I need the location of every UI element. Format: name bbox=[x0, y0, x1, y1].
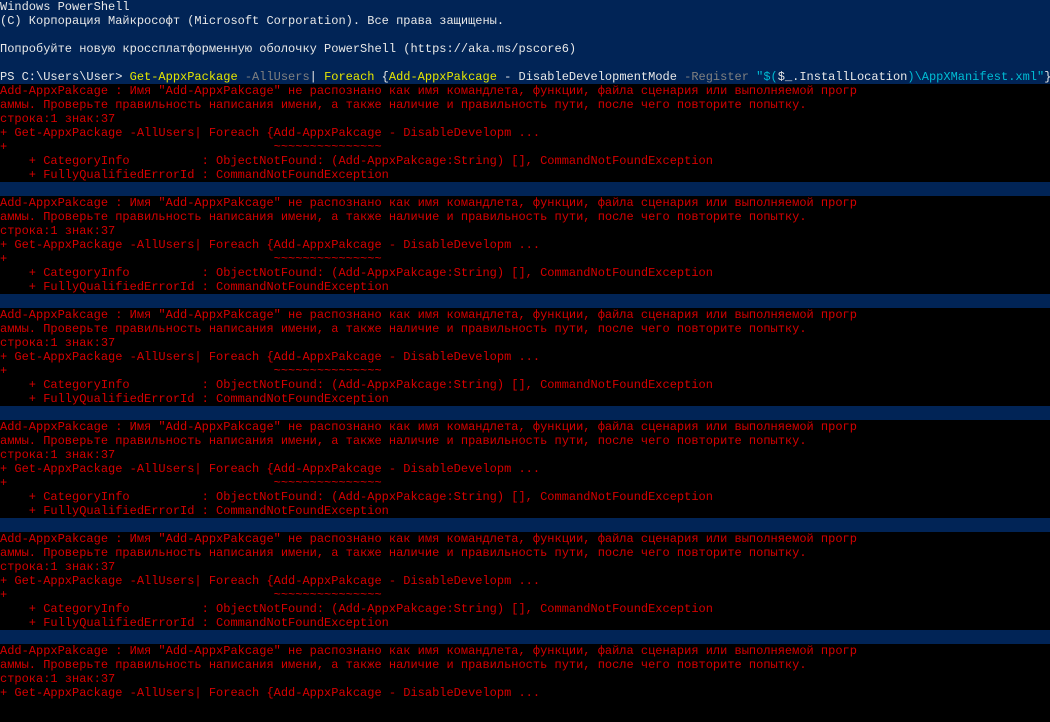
err-l3: строка:1 знак:37 bbox=[0, 560, 1050, 574]
err-l4: + Get-AppxPackage -AllUsers| Foreach {Ad… bbox=[0, 350, 1050, 364]
err-l4: + Get-AppxPackage -AllUsers| Foreach {Ad… bbox=[0, 686, 1050, 700]
err-l2: аммы. Проверьте правильность написания и… bbox=[0, 210, 1050, 224]
err-l1: Add-AppxPakcage : Имя "Add-AppxPakcage" … bbox=[0, 532, 1050, 546]
copyright-line: (C) Корпорация Майкрософт (Microsoft Cor… bbox=[0, 14, 1050, 28]
err-l3: строка:1 знак:37 bbox=[0, 112, 1050, 126]
cmd-white1: | bbox=[310, 70, 324, 84]
cmd-yellow2: Foreach bbox=[324, 70, 382, 84]
err-l1: Add-AppxPakcage : Имя "Add-AppxPakcage" … bbox=[0, 84, 1050, 98]
cmd-white3: - DisableDevelopmentMode bbox=[504, 70, 684, 84]
err-l5: + ~~~~~~~~~~~~~~~ bbox=[0, 252, 1050, 266]
err-l6: + CategoryInfo : ObjectNotFound: (Add-Ap… bbox=[0, 378, 1050, 392]
blank-sep-5 bbox=[0, 630, 1050, 644]
err-l7: + FullyQualifiedErrorId : CommandNotFoun… bbox=[0, 168, 1050, 182]
cmd-white2: { bbox=[382, 70, 389, 84]
err-l3: строка:1 знак:37 bbox=[0, 448, 1050, 462]
window-title: Windows PowerShell bbox=[0, 0, 1050, 14]
err-l7: + FullyQualifiedErrorId : CommandNotFoun… bbox=[0, 392, 1050, 406]
error-block-4: Add-AppxPakcage : Имя "Add-AppxPakcage" … bbox=[0, 420, 1050, 518]
err-l6: + CategoryInfo : ObjectNotFound: (Add-Ap… bbox=[0, 154, 1050, 168]
console-header: Windows PowerShell (C) Корпорация Майкро… bbox=[0, 0, 1050, 84]
err-l3: строка:1 знак:37 bbox=[0, 672, 1050, 686]
err-l1: Add-AppxPakcage : Имя "Add-AppxPakcage" … bbox=[0, 644, 1050, 658]
blank-sep-3 bbox=[0, 406, 1050, 420]
err-l2: аммы. Проверьте правильность написания и… bbox=[0, 322, 1050, 336]
cmd-white5: } bbox=[1044, 70, 1050, 84]
err-l7: + FullyQualifiedErrorId : CommandNotFoun… bbox=[0, 504, 1050, 518]
error-block-2: Add-AppxPakcage : Имя "Add-AppxPakcage" … bbox=[0, 196, 1050, 294]
err-l2: аммы. Проверьте правильность написания и… bbox=[0, 658, 1050, 672]
err-l5: + ~~~~~~~~~~~~~~~ bbox=[0, 140, 1050, 154]
cmd-cyan2: )\AppXManifest.xml" bbox=[907, 70, 1044, 84]
blank-sep-2 bbox=[0, 294, 1050, 308]
err-l4: + Get-AppxPackage -AllUsers| Foreach {Ad… bbox=[0, 462, 1050, 476]
err-l1: Add-AppxPakcage : Имя "Add-AppxPakcage" … bbox=[0, 420, 1050, 434]
err-l1: Add-AppxPakcage : Имя "Add-AppxPakcage" … bbox=[0, 196, 1050, 210]
err-l4: + Get-AppxPackage -AllUsers| Foreach {Ad… bbox=[0, 574, 1050, 588]
cmd-yellow3: Add-AppxPakcage bbox=[389, 70, 504, 84]
powershell-console[interactable]: Windows PowerShell (C) Корпорация Майкро… bbox=[0, 0, 1050, 722]
blank-sep-1 bbox=[0, 182, 1050, 196]
error-block-5: Add-AppxPakcage : Имя "Add-AppxPakcage" … bbox=[0, 532, 1050, 630]
err-l5: + ~~~~~~~~~~~~~~~ bbox=[0, 364, 1050, 378]
prompt-ps: PS C:\Users\User> bbox=[0, 70, 130, 84]
error-block-3: Add-AppxPakcage : Имя "Add-AppxPakcage" … bbox=[0, 308, 1050, 406]
err-l4: + Get-AppxPackage -AllUsers| Foreach {Ad… bbox=[0, 238, 1050, 252]
err-l5: + ~~~~~~~~~~~~~~~ bbox=[0, 476, 1050, 490]
blank-sep-4 bbox=[0, 518, 1050, 532]
cmd-gray1: -AllUsers bbox=[245, 70, 310, 84]
err-l3: строка:1 знак:37 bbox=[0, 336, 1050, 350]
trynew-line: Попробуйте новую кроссплатформенную обол… bbox=[0, 42, 1050, 56]
err-l4: + Get-AppxPackage -AllUsers| Foreach {Ad… bbox=[0, 126, 1050, 140]
cmd-white4: $_.InstallLocation bbox=[778, 70, 908, 84]
err-l6: + CategoryInfo : ObjectNotFound: (Add-Ap… bbox=[0, 266, 1050, 280]
err-l5: + ~~~~~~~~~~~~~~~ bbox=[0, 588, 1050, 602]
err-l2: аммы. Проверьте правильность написания и… bbox=[0, 546, 1050, 560]
error-block-6: Add-AppxPakcage : Имя "Add-AppxPakcage" … bbox=[0, 644, 1050, 700]
cmd-gray2: -Register bbox=[684, 70, 756, 84]
err-l7: + FullyQualifiedErrorId : CommandNotFoun… bbox=[0, 280, 1050, 294]
err-l6: + CategoryInfo : ObjectNotFound: (Add-Ap… bbox=[0, 490, 1050, 504]
err-l2: аммы. Проверьте правильность написания и… bbox=[0, 434, 1050, 448]
prompt-line[interactable]: PS C:\Users\User> Get-AppxPackage -AllUs… bbox=[0, 70, 1050, 84]
err-l6: + CategoryInfo : ObjectNotFound: (Add-Ap… bbox=[0, 602, 1050, 616]
err-l1: Add-AppxPakcage : Имя "Add-AppxPakcage" … bbox=[0, 308, 1050, 322]
err-l3: строка:1 знак:37 bbox=[0, 224, 1050, 238]
cmd-cyan1: "$( bbox=[756, 70, 778, 84]
err-l7: + FullyQualifiedErrorId : CommandNotFoun… bbox=[0, 616, 1050, 630]
error-block-1: Add-AppxPakcage : Имя "Add-AppxPakcage" … bbox=[0, 84, 1050, 182]
err-l2: аммы. Проверьте правильность написания и… bbox=[0, 98, 1050, 112]
cmd-yellow1: Get-AppxPackage bbox=[130, 70, 245, 84]
